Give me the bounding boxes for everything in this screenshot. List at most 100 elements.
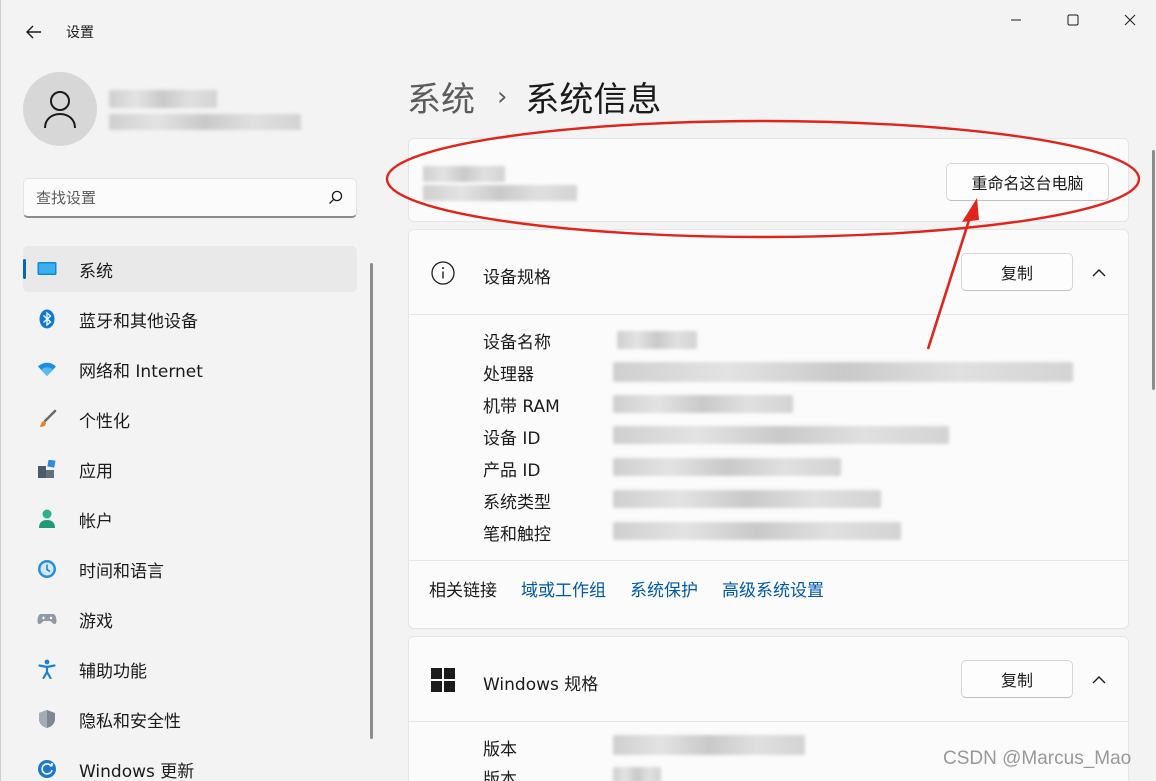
sidebar-item-gaming[interactable]: 游戏 [23,596,357,642]
related-links-label: 相关链接 [429,581,497,601]
redacted-user-email [109,114,301,130]
user-icon [44,91,76,129]
search-icon[interactable] [326,189,344,207]
sidebar-item-label: 蓝牙和其他设备 [79,311,198,332]
redacted-spec-value [613,426,949,444]
redacted-user-name [109,90,217,108]
domain-workgroup-link[interactable]: 域或工作组 [521,576,606,601]
wifi-icon [37,359,57,379]
sidebar-item-bluetooth[interactable]: 蓝牙和其他设备 [23,296,357,342]
main-scrollbar[interactable] [1152,150,1155,390]
redacted-spec-value [613,362,1073,382]
system-display-icon [37,259,57,279]
device-specs-card: 设备规格 复制 设备名称 处理器 机带 RAM 设备 ID 产品 ID 系统类型… [408,229,1129,629]
search-input[interactable] [36,188,326,207]
rename-pc-button[interactable]: 重命名这台电脑 [946,163,1109,201]
windows-specs-collapse-button[interactable] [1084,664,1114,694]
sidebar-item-label: 时间和语言 [79,561,164,582]
divider [409,314,1128,315]
minimize-button[interactable] [993,4,1039,36]
chevron-up-icon [1092,268,1106,276]
windows-update-icon [37,759,57,779]
spec-label-device-name: 设备名称 [483,333,551,353]
windows-specs-copy-button[interactable]: 复制 [961,660,1073,698]
breadcrumb: 系统 › 系统信息 [407,72,661,121]
sidebar-item-accessibility[interactable]: 辅助功能 [23,646,357,692]
apps-icon [37,459,57,479]
sidebar-item-label: 网络和 Internet [79,361,203,382]
sidebar-item-label: 辅助功能 [79,661,147,682]
minimize-icon [1011,19,1021,21]
maximize-button[interactable] [1050,4,1096,36]
close-icon [1124,14,1136,26]
info-icon [431,261,455,289]
windows-specs-title: Windows 规格 [483,675,599,695]
sidebar-item-label: 个性化 [79,411,130,432]
brush-icon [37,409,57,429]
sidebar-item-accounts[interactable]: 帐户 [23,496,357,542]
maximize-icon [1067,14,1079,26]
close-button[interactable] [1107,4,1153,36]
sidebar-item-label: 系统 [79,261,113,282]
sidebar-item-label: 游戏 [79,611,113,632]
device-specs-copy-button[interactable]: 复制 [961,253,1073,291]
spec-label-ram: 机带 RAM [483,397,560,417]
sidebar-item-time-language[interactable]: 时间和语言 [23,546,357,592]
sidebar-scrollbar[interactable] [370,263,373,739]
breadcrumb-separator: › [497,81,508,112]
redacted-spec-value [613,522,901,540]
sidebar-item-label: 应用 [79,461,113,482]
redacted-spec-value [617,331,697,349]
title-bar: 设置 [1,0,1156,62]
back-button[interactable] [19,18,49,46]
spec-label-version: 版本 [483,770,517,781]
gamepad-icon [37,609,57,629]
sidebar-item-label: 帐户 [79,511,113,532]
redacted-spec-value [613,490,881,508]
sidebar-nav: 系统 蓝牙和其他设备 网络和 Internet 个性化 应用 帐户 时间和语言 … [23,246,357,781]
redacted-spec-value [613,735,805,755]
app-title: 设置 [66,25,94,41]
user-profile[interactable] [23,72,353,148]
redacted-device-name [423,166,505,182]
spec-label-edition: 版本 [483,740,517,760]
divider [409,721,1128,722]
windows-logo-icon [431,668,455,696]
account-icon [37,509,57,529]
watermark: CSDN @Marcus_Mao [943,748,1132,769]
redacted-spec-value [613,767,661,781]
device-specs-title: 设备规格 [483,268,551,288]
divider [409,560,1128,561]
device-name-card: 重命名这台电脑 [408,138,1129,222]
related-links: 相关链接 域或工作组 系统保护 高级系统设置 [429,576,848,601]
redacted-spec-value [613,395,793,413]
search-box[interactable] [23,178,357,218]
redacted-device-model [423,185,577,201]
redacted-spec-value [613,458,841,476]
advanced-system-settings-link[interactable]: 高级系统设置 [722,576,824,601]
sidebar-item-apps[interactable]: 应用 [23,446,357,492]
breadcrumb-parent[interactable]: 系统 [407,72,475,121]
spec-label-device-id: 设备 ID [483,429,541,449]
spec-label-product-id: 产品 ID [483,461,541,481]
accessibility-icon [37,659,57,679]
spec-label-pen-touch: 笔和触控 [483,525,551,545]
sidebar-item-label: 隐私和安全性 [79,711,181,732]
shield-icon [37,709,57,729]
page-title: 系统信息 [525,80,662,120]
time-language-icon [37,559,57,579]
spec-label-processor: 处理器 [483,365,534,385]
system-protection-link[interactable]: 系统保护 [630,576,698,601]
sidebar-item-network[interactable]: 网络和 Internet [23,346,357,392]
bluetooth-icon [37,309,57,329]
sidebar-item-windows-update[interactable]: Windows 更新 [23,746,357,781]
chevron-up-icon [1092,675,1106,683]
sidebar-item-personalization[interactable]: 个性化 [23,396,357,442]
sidebar-item-privacy[interactable]: 隐私和安全性 [23,696,357,742]
device-specs-collapse-button[interactable] [1084,257,1114,287]
sidebar-item-system[interactable]: 系统 [23,246,357,292]
avatar [23,72,97,146]
arrow-left-icon [26,25,41,39]
settings-window: 设置 系统 [0,0,1156,781]
spec-label-system-type: 系统类型 [483,493,551,513]
